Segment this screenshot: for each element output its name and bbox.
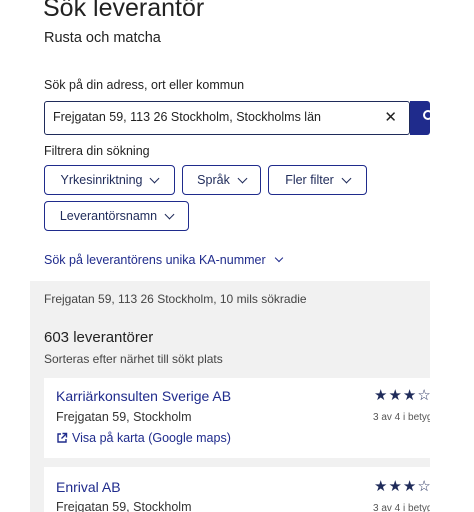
search-icon xyxy=(423,110,433,120)
chevron-down-icon xyxy=(164,209,175,219)
external-link-icon xyxy=(57,432,68,443)
results-count: 603 leverantörer xyxy=(44,329,154,346)
ka-link-text: Sök på leverantörens unika KA-nummer xyxy=(44,253,266,267)
chevron-down-icon xyxy=(341,173,352,183)
filter-sprak-button[interactable]: Språk xyxy=(182,165,261,195)
result-card: Karriärkonsulten Sverige AB Frejgatan 59… xyxy=(44,378,430,458)
result-card: Enrival AB Frejgatan 59, Stockholm ★★★☆ … xyxy=(44,467,430,512)
results-location: Frejgatan 59, 113 26 Stockholm, 10 mils … xyxy=(44,292,307,306)
supplier-address: Frejgatan 59, Stockholm xyxy=(56,410,192,424)
page-subtitle: Rusta och matcha xyxy=(44,30,161,46)
supplier-address: Frejgatan 59, Stockholm xyxy=(56,500,192,512)
search-box[interactable]: Frejgatan 59, 113 26 Stockholm, Stockhol… xyxy=(44,101,410,135)
filter-label-text: Fler filter xyxy=(285,173,334,187)
filter-label: Filtrera din sökning xyxy=(44,144,150,158)
filter-label-text: Språk xyxy=(197,173,230,187)
results-sort: Sorteras efter närhet till sökt plats xyxy=(44,352,223,366)
rating-text: 3 av 4 i betyg xyxy=(373,412,430,423)
filter-label-text: Yrkesinriktning xyxy=(60,173,143,187)
search-input[interactable]: Frejgatan 59, 113 26 Stockholm, Stockhol… xyxy=(53,110,373,124)
page-title: Sök leverantör xyxy=(43,0,205,22)
supplier-name-link[interactable]: Enrival AB xyxy=(56,479,121,495)
chevron-down-icon xyxy=(274,253,283,263)
filter-fler-filter-button[interactable]: Fler filter xyxy=(268,165,367,195)
results-panel: Frejgatan 59, 113 26 Stockholm, 10 mils … xyxy=(30,281,430,512)
filter-leverantorsnamn-button[interactable]: Leverantörsnamn xyxy=(44,201,189,231)
filter-label-text: Leverantörsnamn xyxy=(59,209,158,223)
rating-text: 3 av 4 i betyg xyxy=(373,503,430,512)
rating-stars: ★★★☆ xyxy=(374,478,430,495)
chevron-down-icon xyxy=(150,173,160,183)
ka-number-link[interactable]: Sök på leverantörens unika KA-nummer xyxy=(44,253,283,267)
chevron-down-icon xyxy=(237,173,248,183)
supplier-name-link[interactable]: Karriärkonsulten Sverige AB xyxy=(56,388,231,404)
search-label: Sök på din adress, ort eller kommun xyxy=(44,78,245,92)
filter-yrkesinriktning-button[interactable]: Yrkesinriktning xyxy=(44,165,175,195)
search-button[interactable] xyxy=(410,101,433,135)
rating-stars: ★★★☆ xyxy=(374,387,430,404)
map-link-text: Visa på karta (Google maps) xyxy=(72,431,231,445)
clear-icon[interactable]: ✕ xyxy=(384,108,397,126)
map-link[interactable]: Visa på karta (Google maps) xyxy=(56,431,231,445)
